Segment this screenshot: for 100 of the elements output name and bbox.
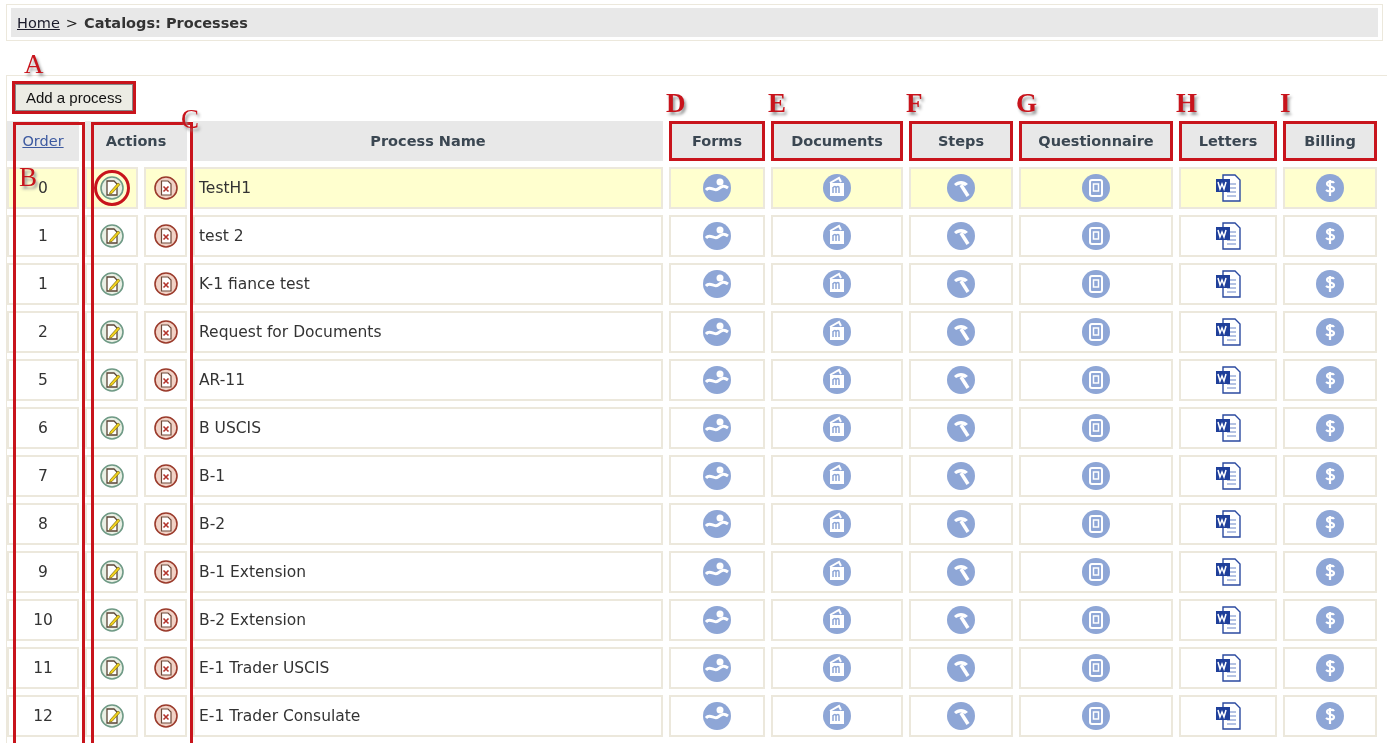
wave-icon[interactable] xyxy=(702,509,732,539)
dollar-icon[interactable] xyxy=(1315,461,1345,491)
delete-icon[interactable] xyxy=(153,560,178,584)
delete-icon[interactable] xyxy=(153,656,178,680)
wave-icon[interactable] xyxy=(702,701,732,731)
edit-icon[interactable] xyxy=(99,320,124,344)
folder-icon[interactable] xyxy=(822,605,852,635)
edit-icon[interactable] xyxy=(99,464,124,488)
hammer-icon[interactable] xyxy=(946,365,976,395)
hammer-icon[interactable] xyxy=(946,269,976,299)
delete-icon[interactable] xyxy=(153,224,178,248)
word-document-icon[interactable] xyxy=(1214,701,1242,731)
delete-icon[interactable] xyxy=(153,368,178,392)
edit-icon[interactable] xyxy=(99,704,124,728)
folder-icon[interactable] xyxy=(822,413,852,443)
hammer-icon[interactable] xyxy=(946,653,976,683)
delete-icon[interactable] xyxy=(153,416,178,440)
word-document-icon[interactable] xyxy=(1214,509,1242,539)
delete-icon[interactable] xyxy=(153,176,178,200)
wave-icon[interactable] xyxy=(702,173,732,203)
wave-icon[interactable] xyxy=(702,653,732,683)
dollar-icon[interactable] xyxy=(1315,413,1345,443)
edit-icon[interactable] xyxy=(99,608,124,632)
wave-icon[interactable] xyxy=(702,365,732,395)
wave-icon[interactable] xyxy=(702,221,732,251)
hammer-icon[interactable] xyxy=(946,413,976,443)
edit-icon[interactable] xyxy=(99,656,124,680)
dollar-icon[interactable] xyxy=(1315,269,1345,299)
wave-icon[interactable] xyxy=(702,461,732,491)
dollar-icon[interactable] xyxy=(1315,173,1345,203)
clipboard-icon[interactable] xyxy=(1081,461,1111,491)
word-document-icon[interactable] xyxy=(1214,365,1242,395)
edit-icon[interactable] xyxy=(99,416,124,440)
word-document-icon[interactable] xyxy=(1214,173,1242,203)
dollar-icon[interactable] xyxy=(1315,509,1345,539)
word-document-icon[interactable] xyxy=(1214,557,1242,587)
wave-icon[interactable] xyxy=(702,269,732,299)
clipboard-icon[interactable] xyxy=(1081,269,1111,299)
clipboard-icon[interactable] xyxy=(1081,413,1111,443)
add-process-button[interactable]: Add a process xyxy=(15,84,133,111)
clipboard-icon[interactable] xyxy=(1081,173,1111,203)
folder-icon[interactable] xyxy=(822,557,852,587)
delete-icon[interactable] xyxy=(153,272,178,296)
delete-icon[interactable] xyxy=(153,512,178,536)
clipboard-icon[interactable] xyxy=(1081,653,1111,683)
delete-icon[interactable] xyxy=(153,320,178,344)
delete-icon[interactable] xyxy=(153,704,178,728)
folder-icon[interactable] xyxy=(822,461,852,491)
edit-icon[interactable] xyxy=(99,272,124,296)
hammer-icon[interactable] xyxy=(946,701,976,731)
dollar-icon[interactable] xyxy=(1315,317,1345,347)
wave-icon[interactable] xyxy=(702,317,732,347)
clipboard-icon[interactable] xyxy=(1081,221,1111,251)
clipboard-icon[interactable] xyxy=(1081,557,1111,587)
word-document-icon[interactable] xyxy=(1214,413,1242,443)
dollar-icon[interactable] xyxy=(1315,605,1345,635)
wave-icon[interactable] xyxy=(702,413,732,443)
word-document-icon[interactable] xyxy=(1214,269,1242,299)
wave-icon[interactable] xyxy=(702,557,732,587)
folder-icon[interactable] xyxy=(822,653,852,683)
hammer-icon[interactable] xyxy=(946,557,976,587)
clipboard-icon[interactable] xyxy=(1081,701,1111,731)
dollar-icon[interactable] xyxy=(1315,653,1345,683)
dollar-icon[interactable] xyxy=(1315,557,1345,587)
clipboard-icon[interactable] xyxy=(1081,509,1111,539)
folder-icon[interactable] xyxy=(822,509,852,539)
folder-icon[interactable] xyxy=(822,221,852,251)
order-sort-link[interactable]: Order xyxy=(22,133,64,149)
dollar-icon[interactable] xyxy=(1315,365,1345,395)
order-cell: 9 xyxy=(7,551,79,593)
hammer-icon[interactable] xyxy=(946,173,976,203)
edit-icon[interactable] xyxy=(99,176,124,200)
word-document-icon[interactable] xyxy=(1214,605,1242,635)
folder-icon[interactable] xyxy=(822,173,852,203)
hammer-icon[interactable] xyxy=(946,509,976,539)
wave-icon[interactable] xyxy=(702,605,732,635)
hammer-icon[interactable] xyxy=(946,317,976,347)
dollar-icon[interactable] xyxy=(1315,701,1345,731)
folder-icon[interactable] xyxy=(822,269,852,299)
edit-icon[interactable] xyxy=(99,560,124,584)
word-document-icon[interactable] xyxy=(1214,461,1242,491)
clipboard-icon[interactable] xyxy=(1081,605,1111,635)
home-link[interactable]: Home xyxy=(17,14,60,31)
folder-icon[interactable] xyxy=(822,317,852,347)
delete-icon[interactable] xyxy=(153,608,178,632)
dollar-icon[interactable] xyxy=(1315,221,1345,251)
hammer-icon[interactable] xyxy=(946,605,976,635)
word-document-icon[interactable] xyxy=(1214,317,1242,347)
clipboard-icon[interactable] xyxy=(1081,365,1111,395)
delete-icon[interactable] xyxy=(153,464,178,488)
folder-icon[interactable] xyxy=(822,365,852,395)
edit-icon[interactable] xyxy=(99,224,124,248)
hammer-icon[interactable] xyxy=(946,221,976,251)
folder-icon[interactable] xyxy=(822,701,852,731)
word-document-icon[interactable] xyxy=(1214,653,1242,683)
edit-icon[interactable] xyxy=(99,368,124,392)
hammer-icon[interactable] xyxy=(946,461,976,491)
word-document-icon[interactable] xyxy=(1214,221,1242,251)
edit-icon[interactable] xyxy=(99,512,124,536)
clipboard-icon[interactable] xyxy=(1081,317,1111,347)
